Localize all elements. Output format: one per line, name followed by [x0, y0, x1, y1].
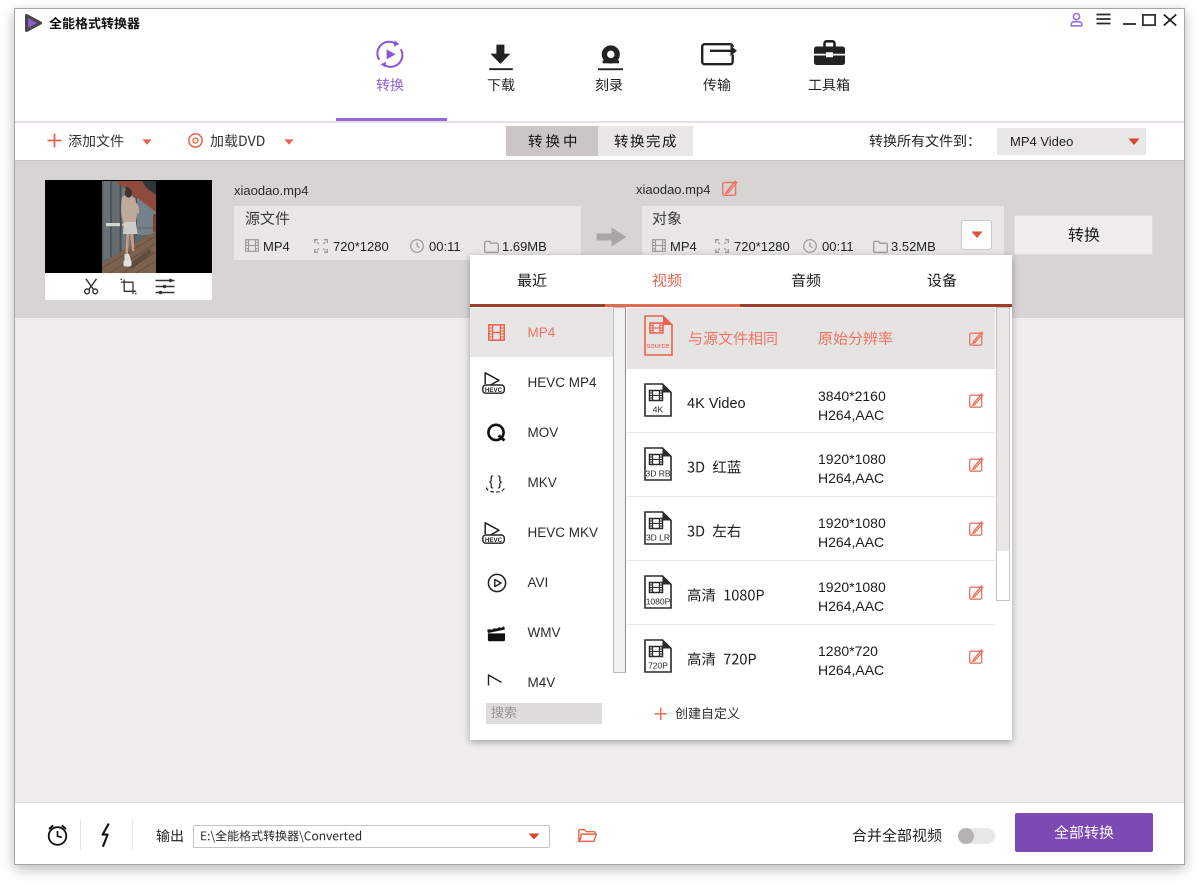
svg-text:{ }: { } — [489, 473, 503, 489]
svg-text:HEVC: HEVC — [485, 387, 503, 394]
svg-text:1080P: 1080P — [646, 597, 671, 607]
svg-text:source: source — [647, 341, 670, 350]
svg-text:HEVC: HEVC — [485, 537, 503, 544]
svg-text:720P: 720P — [648, 661, 668, 671]
svg-text:3D RB: 3D RB — [645, 469, 670, 479]
svg-text:4K: 4K — [653, 405, 664, 415]
svg-text:3D LR: 3D LR — [646, 533, 670, 543]
